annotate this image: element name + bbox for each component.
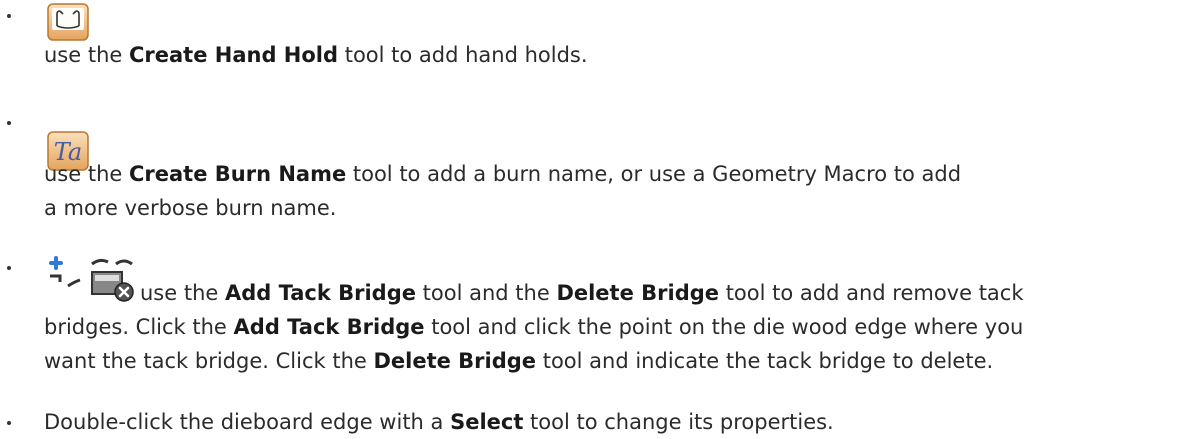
list-item: Double-click the dieboard edge with a Se… xyxy=(44,405,1182,439)
bullet xyxy=(7,121,11,125)
list-item: use the Create Burn Name tool to add a b… xyxy=(44,157,1182,225)
item-text: use the Create Burn Name tool to add a b… xyxy=(44,162,962,220)
bullet xyxy=(7,421,11,425)
hand-hold-icon xyxy=(47,3,89,41)
item-text: use the Add Tack Bridge tool and the Del… xyxy=(44,281,1024,373)
item-text: Double-click the dieboard edge with a Se… xyxy=(44,410,834,434)
bullet xyxy=(7,14,11,18)
list-item: use the Create Hand Hold tool to add han… xyxy=(44,38,1182,72)
bullet xyxy=(7,266,11,270)
list-item: use the Add Tack Bridge tool and the Del… xyxy=(44,276,1182,378)
item-text: use the Create Hand Hold tool to add han… xyxy=(44,43,588,67)
